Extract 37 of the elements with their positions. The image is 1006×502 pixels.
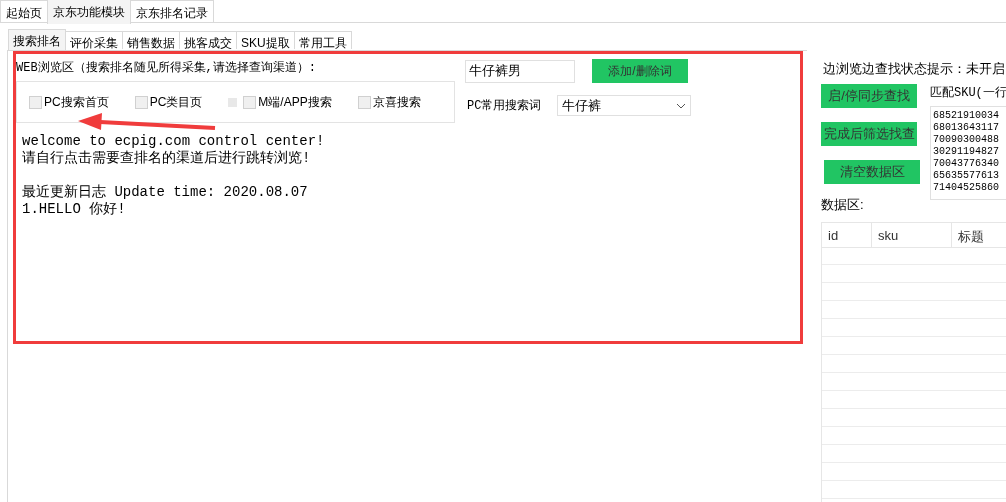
checkbox-label: PC搜索首页 <box>44 93 109 111</box>
column-header[interactable]: id <box>822 223 872 247</box>
checkbox-label: 京喜搜索 <box>372 93 421 111</box>
keyword-select[interactable]: 牛仔裤 <box>557 95 692 116</box>
column-header[interactable]: sku <box>872 223 952 247</box>
add-delete-button[interactable]: 添加/删除词 <box>592 59 688 83</box>
action-button[interactable]: 启/停同步查找 <box>821 84 917 108</box>
panel-title: WEB浏览区（搜索排名随见所得采集,请选择查询渠道）: <box>16 60 317 76</box>
action-button[interactable]: 清空数据区 <box>824 160 920 184</box>
checkbox-label: PC类目页 <box>149 93 203 111</box>
checkbox-label: M端/APP搜索 <box>258 93 332 111</box>
checkbox[interactable] <box>357 95 371 109</box>
tab[interactable]: 起始页 <box>0 0 48 22</box>
keyword-field[interactable]: 牛仔裤男 <box>465 59 575 83</box>
tab[interactable]: 常用工具 <box>293 31 352 49</box>
tab[interactable]: 京东功能模块 <box>47 0 131 24</box>
checkbox[interactable] <box>243 95 257 109</box>
tab[interactable]: SKU提取 <box>236 31 295 49</box>
tab[interactable]: 京东排名记录 <box>130 0 214 22</box>
field-label: PC常用搜索词 <box>467 98 542 114</box>
log-line: 最近更新日志 Update time: 2020.08.07 <box>22 184 309 201</box>
tab[interactable]: 搜索排名 <box>8 29 66 50</box>
chevron-icon <box>676 102 687 109</box>
tab[interactable]: 评价采集 <box>65 31 123 49</box>
sku-label: 匹配SKU(一行 <box>930 85 1006 101</box>
checkbox[interactable] <box>29 95 42 109</box>
action-button[interactable]: 完成后筛选找查 <box>821 122 917 146</box>
log-line: welcome to ecpig.com control center! <box>22 133 326 150</box>
data-label: 数据区: <box>821 196 865 214</box>
tab[interactable]: 挑客成交 <box>179 31 237 49</box>
tab[interactable]: 销售数据 <box>122 31 180 49</box>
log-line: 1.HELLO 你好! <box>22 201 127 218</box>
checkbox[interactable] <box>134 95 148 109</box>
sku-field[interactable]: 68521910034 68013643117 70090300488 30291194827 70043776340 65635577613 71404525860 <box>930 106 1006 200</box>
column-header[interactable]: 标题 <box>952 223 1006 247</box>
log-line: 请自行点击需要查排名的渠道后进行跳转浏览! <box>22 150 312 167</box>
status-text: 边浏览边查找状态提示：未开启 <box>823 60 1006 78</box>
